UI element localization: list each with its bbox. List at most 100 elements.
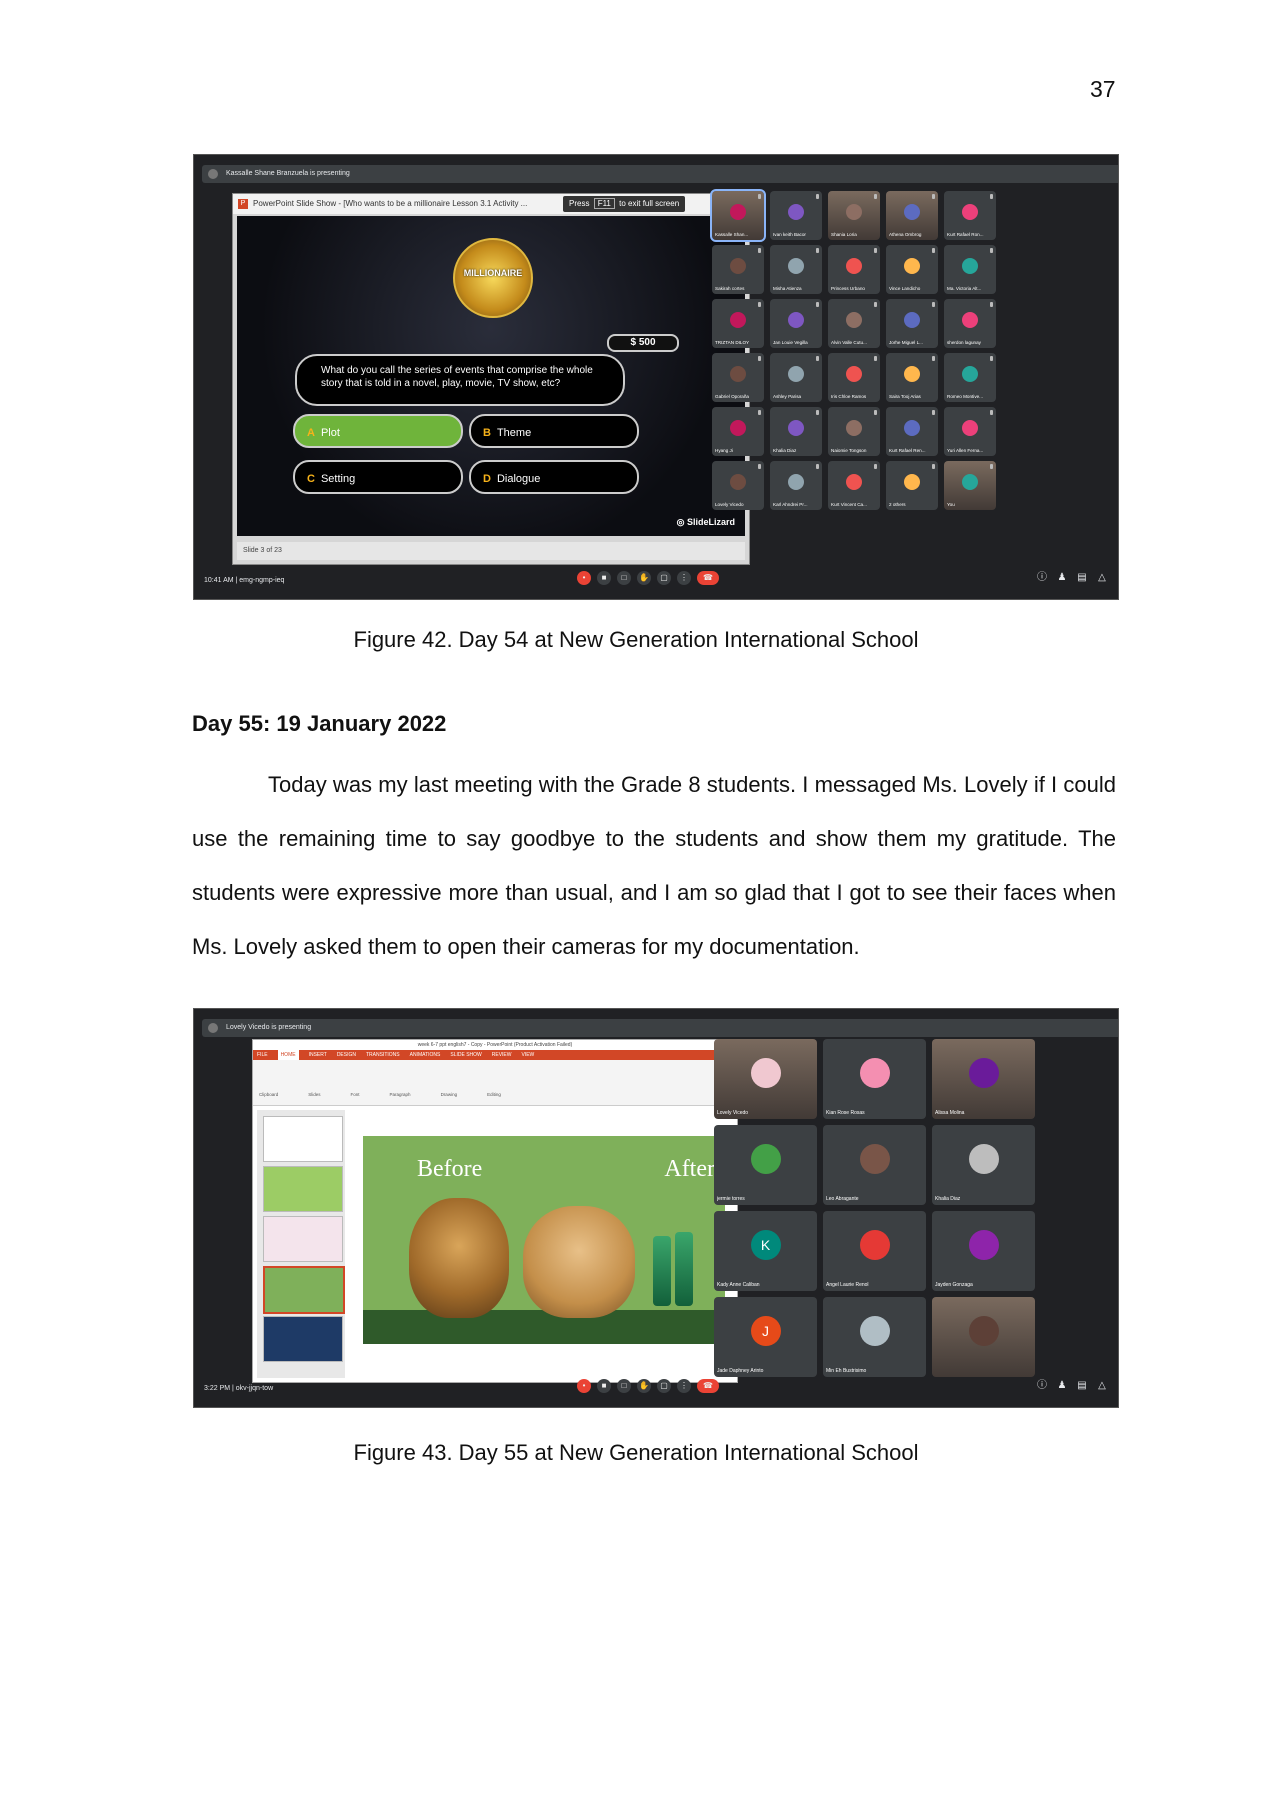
present-icon[interactable]: ▢	[657, 1379, 671, 1393]
captions-icon[interactable]: □	[617, 571, 631, 585]
participant-tile[interactable]: Leo Abragante	[823, 1125, 926, 1205]
participant-tile[interactable]: Gabriel Oporaña	[712, 353, 764, 402]
participant-tile[interactable]: Kurt Rafael Ren...	[886, 407, 938, 456]
activities-icon[interactable]: △	[1096, 571, 1108, 585]
participant-tile[interactable]: Khalia Diaz	[932, 1125, 1035, 1205]
camera-icon[interactable]: ■	[597, 1379, 611, 1393]
ribbon-tab[interactable]: SLIDE SHOW	[450, 1050, 481, 1060]
presenting-label: Lovely Vicedo is presenting	[226, 1024, 312, 1031]
raise-hand-icon[interactable]: ✋	[637, 1379, 651, 1393]
participant-tile[interactable]: Jorhe Miguel L...	[886, 299, 938, 348]
chat-icon[interactable]: ▤	[1076, 1379, 1088, 1393]
ribbon-tab[interactable]: ANIMATIONS	[410, 1050, 441, 1060]
activities-icon[interactable]: △	[1096, 1379, 1108, 1393]
millionaire-slide: MILLIONAIRE $ 500 What do you call the s…	[237, 216, 745, 536]
participant-tile[interactable]: Angel Laurie Renol	[823, 1211, 926, 1291]
participant-tile[interactable]: Misha Atienza	[770, 245, 822, 294]
camera-icon[interactable]: ■	[597, 571, 611, 585]
chat-icon[interactable]: ▤	[1076, 571, 1088, 585]
slide-thumbnail[interactable]	[263, 1316, 343, 1362]
participant-name: Vince Landicho	[889, 286, 921, 291]
participant-name: 2 others	[889, 502, 906, 507]
participant-tile[interactable]: Shania Loria	[828, 191, 880, 240]
participant-name: Khalia Diaz	[935, 1196, 961, 1202]
participant-name: Yuri Allen Ferna...	[947, 448, 984, 453]
people-icon[interactable]: ♟	[1056, 1379, 1068, 1393]
participant-tile[interactable]: Lovely Vicedo	[714, 1039, 817, 1119]
participant-tile[interactable]: Yuri Allen Ferna...	[944, 407, 996, 456]
participant-tile[interactable]: Min Eh Bustrisimo	[823, 1297, 926, 1377]
ribbon-tab[interactable]: HOME	[277, 1050, 299, 1060]
participant-tile[interactable]: Naiomie Tongson	[828, 407, 880, 456]
more-options-icon[interactable]: ⋮	[677, 1379, 691, 1393]
participant-tile[interactable]: Jayden Gonzaga	[932, 1211, 1035, 1291]
more-options-icon[interactable]: ⋮	[677, 571, 691, 585]
participant-avatar	[962, 257, 978, 274]
participant-tile[interactable]: Lovely Vicedo	[712, 461, 764, 510]
participant-tile[interactable]: You	[944, 461, 996, 510]
slide-thumbnail[interactable]	[263, 1216, 343, 1262]
ribbon-tab[interactable]: INSERT	[309, 1050, 327, 1060]
people-icon[interactable]: ♟	[1056, 571, 1068, 585]
participant-tile[interactable]: Sakirah cortes	[712, 245, 764, 294]
participant-tile[interactable]: Khalia Diaz	[770, 407, 822, 456]
ribbon-tab[interactable]: TRANSITIONS	[366, 1050, 400, 1060]
participant-tile[interactable]: Kurt Vincent Ca...	[828, 461, 880, 510]
mic-off-icon[interactable]: •	[577, 1379, 591, 1393]
participant-tile[interactable]: Iris Chloe Ramos	[828, 353, 880, 402]
slide-thumbnail[interactable]	[263, 1266, 345, 1314]
millionaire-logo: MILLIONAIRE	[453, 238, 533, 318]
present-icon[interactable]: ▢	[657, 571, 671, 585]
participant-tile[interactable]	[932, 1297, 1035, 1377]
participant-tile[interactable]: Kian Rose Rosas	[823, 1039, 926, 1119]
participant-tile[interactable]: Athena Ombrog	[886, 191, 938, 240]
participant-tile[interactable]: Ma. Victoria Alt...	[944, 245, 996, 294]
hang-up-icon[interactable]: ☎	[697, 571, 719, 585]
participant-name: Saira Tooj Arias	[889, 394, 921, 399]
participant-tile[interactable]: jermie torres	[714, 1125, 817, 1205]
ribbon-tab[interactable]: FILE	[257, 1050, 268, 1060]
info-icon[interactable]: ⓘ	[1036, 1379, 1048, 1393]
participant-tile[interactable]: Kassalle Shan...	[710, 189, 766, 242]
participant-tile[interactable]: Vince Landicho	[886, 245, 938, 294]
hang-up-icon[interactable]: ☎	[697, 1379, 719, 1393]
participant-avatar	[904, 473, 920, 490]
participant-tile[interactable]: Kurt Rafael Ron...	[944, 191, 996, 240]
participant-name: Angel Laurie Renol	[826, 1282, 869, 1288]
participant-tile[interactable]: Princess Urbano	[828, 245, 880, 294]
ribbon-tab[interactable]: DESIGN	[337, 1050, 356, 1060]
info-icon[interactable]: ⓘ	[1036, 571, 1048, 585]
participant-name: Alvin Valle Cutu...	[831, 340, 867, 345]
participant-tile[interactable]: 2 others	[886, 461, 938, 510]
participant-tile[interactable]: Romeo Montive...	[944, 353, 996, 402]
participant-avatar	[904, 311, 920, 328]
participant-tile[interactable]: Jan Louie Vegilla	[770, 299, 822, 348]
raise-hand-icon[interactable]: ✋	[637, 571, 651, 585]
participant-name: jermie torres	[717, 1196, 745, 1202]
participant-tile[interactable]: K Kady Anne Caliban	[714, 1211, 817, 1291]
captions-icon[interactable]: □	[617, 1379, 631, 1393]
ribbon-tab[interactable]: VIEW	[522, 1050, 535, 1060]
participant-tile[interactable]: Ashley Parisa	[770, 353, 822, 402]
participant-name: Princess Urbano	[831, 286, 865, 291]
participant-tile[interactable]: Alvin Valle Cutu...	[828, 299, 880, 348]
mic-muted-icon	[816, 302, 819, 307]
participant-tile[interactable]: Alissa Molina	[932, 1039, 1035, 1119]
mic-off-icon[interactable]: •	[577, 571, 591, 585]
participant-tile[interactable]: J Jade Daphney Arinto	[714, 1297, 817, 1377]
participant-tile[interactable]: TRIZTAN DILOY	[712, 299, 764, 348]
participant-tile[interactable]: sherdon lagunay	[944, 299, 996, 348]
slide-thumbnail[interactable]	[263, 1166, 343, 1212]
participant-avatar	[859, 1143, 890, 1174]
participant-tile[interactable]: Hyang Ji	[712, 407, 764, 456]
participant-name: Jan Louie Vegilla	[773, 340, 808, 345]
mic-muted-icon	[990, 464, 993, 469]
participant-avatar	[788, 419, 804, 436]
participant-tile[interactable]: Saira Tooj Arias	[886, 353, 938, 402]
participant-name: Shania Loria	[831, 232, 857, 237]
slide-thumbnail[interactable]	[263, 1116, 343, 1162]
prize-amount: $ 500	[607, 334, 679, 352]
ribbon-tab[interactable]: REVIEW	[492, 1050, 512, 1060]
participant-tile[interactable]: Ivan keith Bacor	[770, 191, 822, 240]
participant-tile[interactable]: Karl Ahndrei Pr...	[770, 461, 822, 510]
